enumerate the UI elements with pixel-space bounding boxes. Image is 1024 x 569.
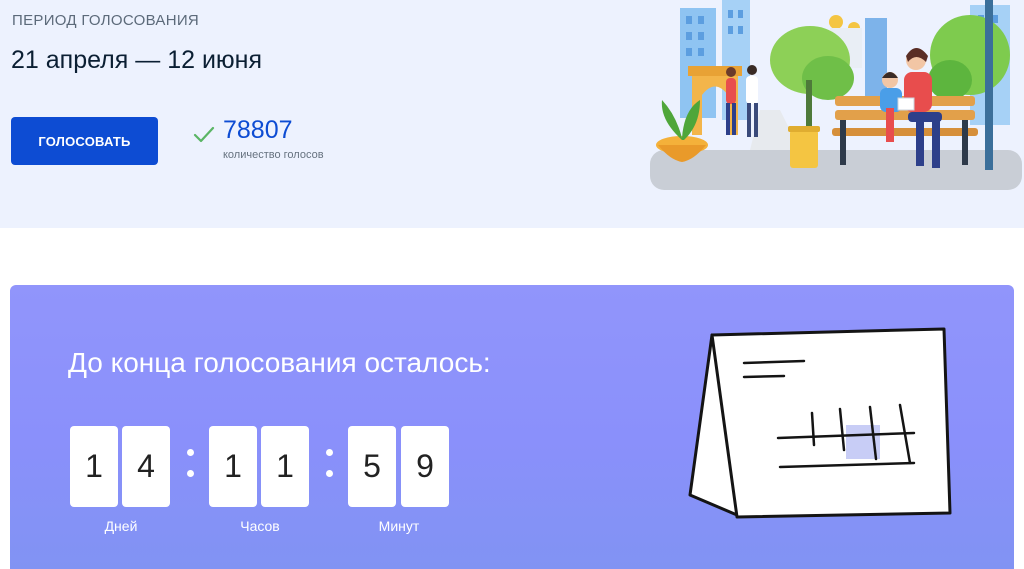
colon-separator — [186, 443, 194, 483]
park-illustration — [650, 0, 1022, 190]
minutes-label: Минут — [378, 518, 420, 534]
voting-header: ПЕРИОД ГОЛОСОВАНИЯ 21 апреля — 12 июня Г… — [0, 0, 1024, 228]
days-digit-1: 1 — [70, 426, 118, 507]
minutes-digit-2: 9 — [401, 426, 449, 507]
votes-count: 78807 — [223, 116, 293, 144]
days-digit-2: 4 — [122, 426, 170, 507]
votes-label: количество голосов — [223, 149, 324, 161]
period-label: ПЕРИОД ГОЛОСОВАНИЯ — [12, 12, 200, 29]
hours-label: Часов — [240, 518, 280, 534]
vote-button[interactable]: ГОЛОСОВАТЬ — [11, 117, 158, 165]
days-label: Дней — [104, 518, 138, 534]
countdown-card: До конца голосования осталось: 1 4 1 1 5… — [10, 285, 1014, 569]
minutes-digit-1: 5 — [348, 426, 396, 507]
colon-separator — [325, 443, 333, 483]
calendar-icon — [688, 327, 952, 519]
voting-dates: 21 апреля — 12 июня — [11, 46, 263, 74]
countdown-title: До конца голосования осталось: — [68, 347, 491, 378]
hours-digit-1: 1 — [209, 426, 257, 507]
hours-digit-2: 1 — [261, 426, 309, 507]
check-icon — [193, 126, 215, 143]
